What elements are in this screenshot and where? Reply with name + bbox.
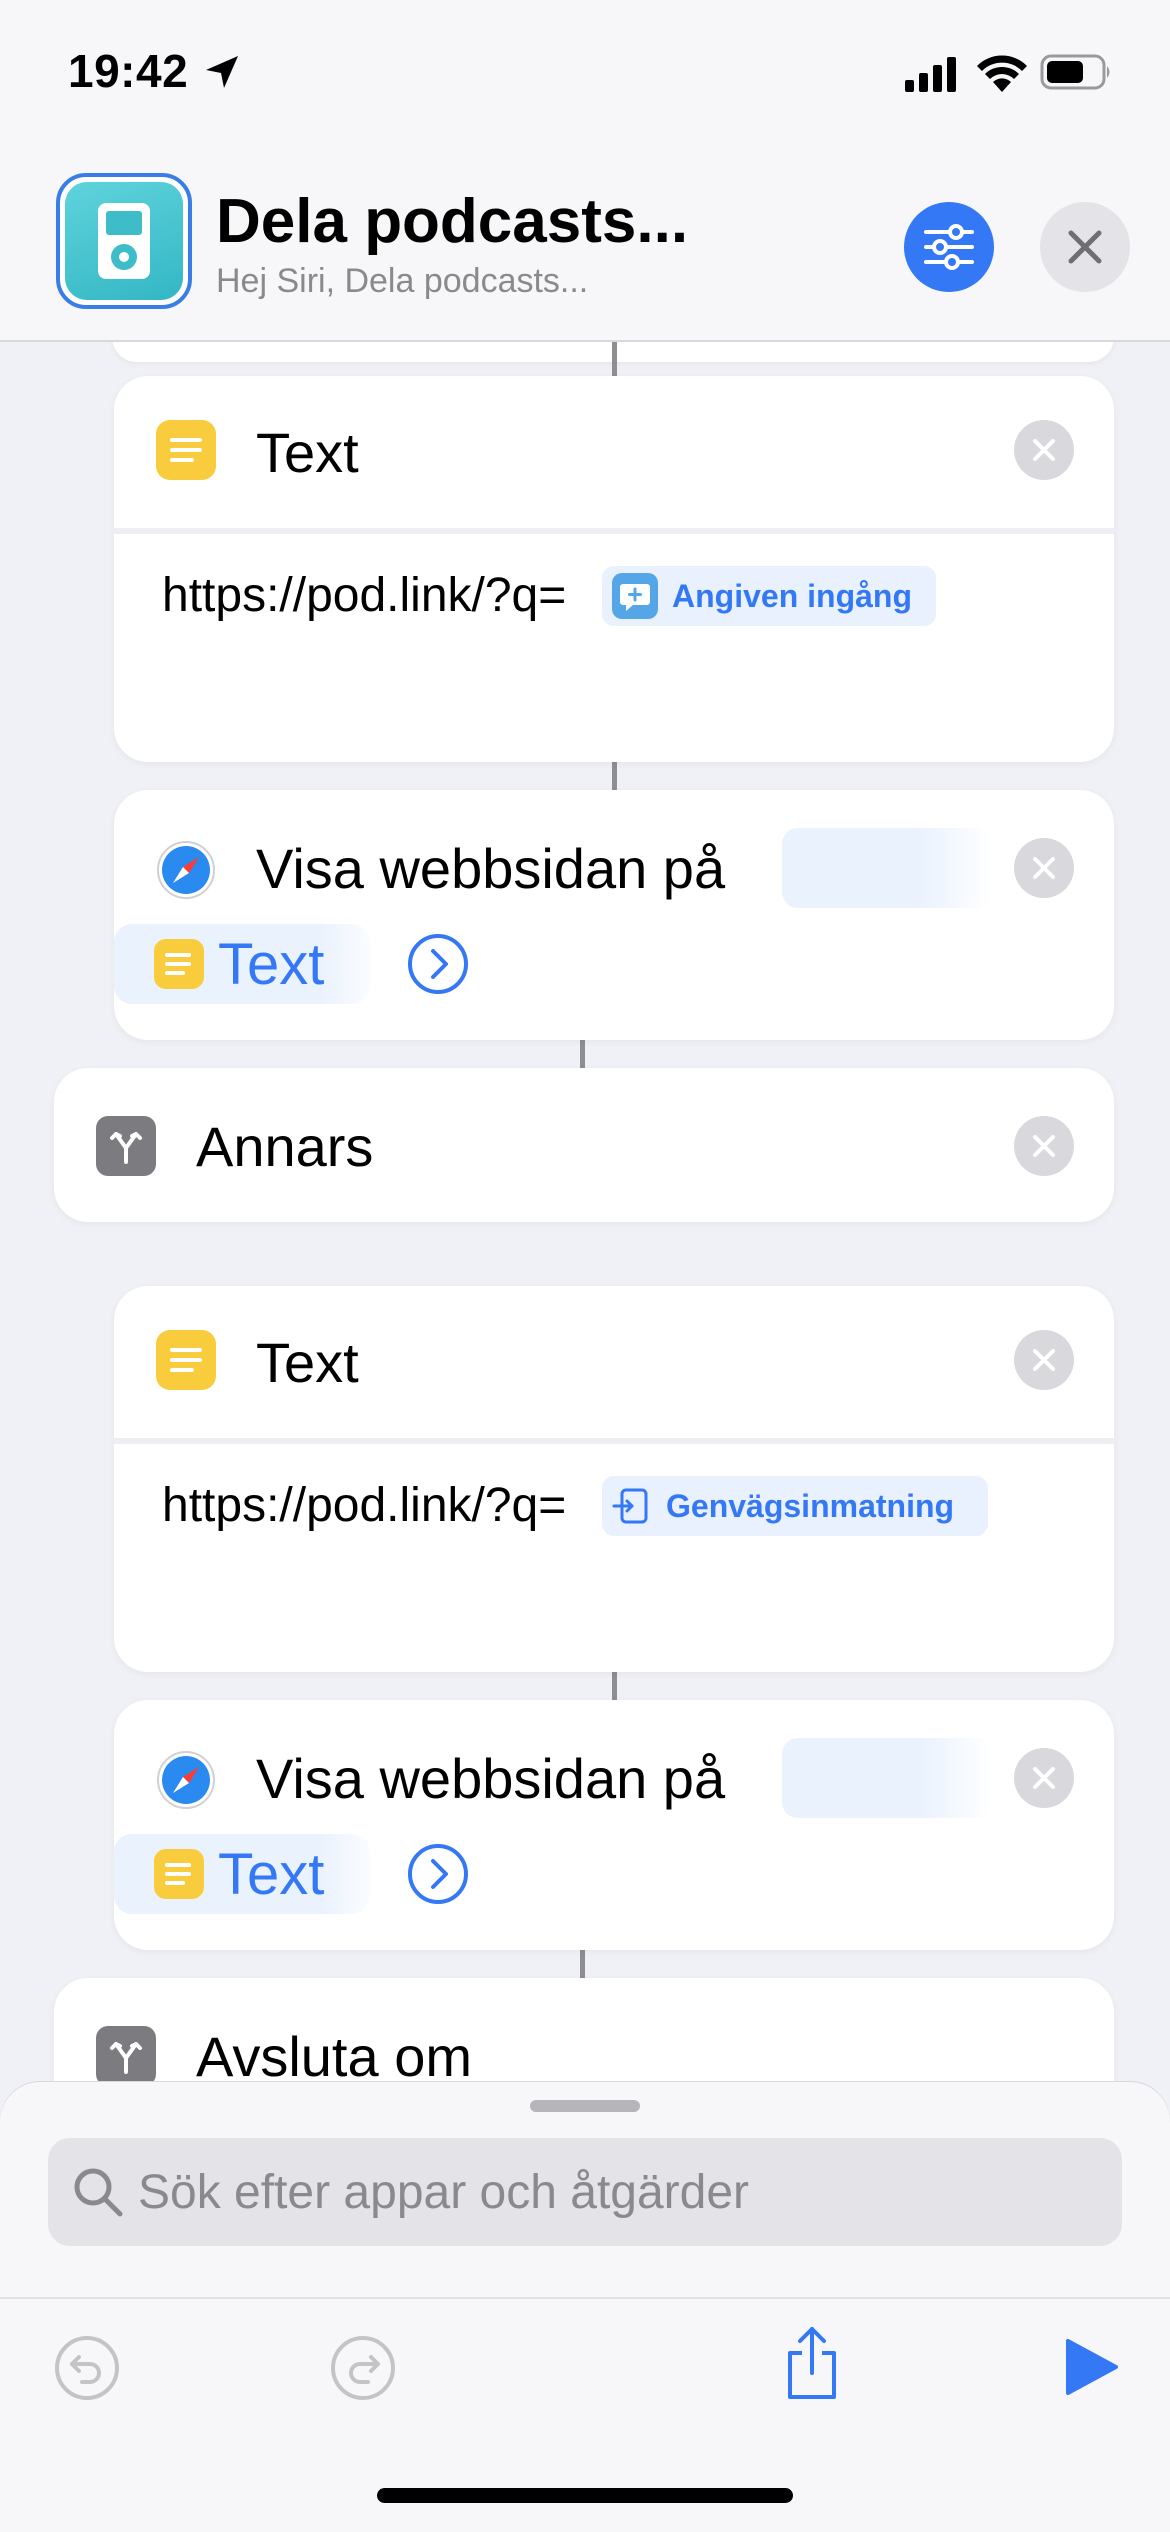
chevron-right-circle-icon[interactable]: [406, 932, 470, 996]
cellular-signal-icon: [905, 57, 956, 92]
connector-line: [612, 1672, 617, 1700]
undo-icon[interactable]: [52, 2333, 122, 2403]
wifi-icon: [977, 55, 1027, 92]
sliders-icon: [924, 224, 974, 270]
action-title: Text: [256, 1331, 359, 1394]
close-icon: [1033, 857, 1055, 879]
shortcut-title[interactable]: Dela podcasts...: [216, 186, 688, 257]
connector-line: [612, 342, 617, 376]
branch-icon: [96, 1116, 156, 1176]
close-icon: [1033, 1135, 1055, 1157]
branch-icon: [96, 2026, 156, 2082]
input-bubble-icon: [612, 573, 658, 619]
actions-canvas[interactable]: Text https://pod.link/?q= Angiven ingång: [0, 342, 1170, 2082]
home-indicator[interactable]: [377, 2488, 793, 2503]
status-time: 19:42: [68, 45, 189, 97]
sheet-grabber[interactable]: [530, 2100, 640, 2112]
remove-action-button[interactable]: [1014, 1748, 1074, 1808]
ipod-icon: [98, 203, 150, 279]
close-icon: [1033, 439, 1055, 461]
shortcut-header: Dela podcasts... Hej Siri, Dela podcasts…: [0, 150, 1170, 342]
text-action-icon: [154, 939, 204, 989]
token-label: Genvägsinmatning: [666, 1487, 955, 1524]
connector-line: [612, 762, 617, 790]
safari-icon: [157, 841, 215, 899]
text-action-card[interactable]: Text https://pod.link/?q= Angiven ingång: [114, 376, 1114, 762]
show-webpage-card[interactable]: Visa webbsidan på Text: [114, 1700, 1114, 1950]
remove-action-button[interactable]: [1014, 420, 1074, 480]
otherwise-card[interactable]: Annars: [54, 1068, 1114, 1222]
close-button[interactable]: [1040, 202, 1130, 292]
safari-icon: [157, 1751, 215, 1809]
variable-token[interactable]: Genvägsinmatning: [602, 1476, 988, 1536]
card-divider: [114, 528, 1114, 534]
text-action-icon: [154, 1849, 204, 1899]
connector-line: [580, 1950, 585, 1978]
play-icon[interactable]: [1064, 2337, 1120, 2397]
text-action-icon: [156, 420, 216, 480]
shortcut-input-icon: [612, 1486, 652, 1526]
variable-label: Text: [218, 1841, 325, 1907]
variable-token[interactable]: Angiven ingång: [602, 566, 936, 626]
redo-icon[interactable]: [328, 2333, 398, 2403]
remove-action-button[interactable]: [1014, 838, 1074, 898]
search-icon: [74, 2168, 123, 2217]
token-label: Angiven ingång: [672, 577, 912, 614]
show-webpage-card[interactable]: Visa webbsidan på Text: [114, 790, 1114, 1040]
status-bar: 19:42: [0, 0, 1170, 150]
text-variable-chip[interactable]: Text: [114, 1834, 370, 1914]
chevron-right-circle-icon[interactable]: [406, 1842, 470, 1906]
card-divider: [114, 1438, 1114, 1444]
text-action-card[interactable]: Text https://pod.link/?q= Genvägsinmatni…: [114, 1286, 1114, 1672]
close-icon: [1033, 1349, 1055, 1371]
shortcut-app-icon[interactable]: [56, 173, 192, 309]
battery-icon: [1040, 54, 1110, 90]
action-title: Text: [256, 421, 359, 484]
variable-label: Text: [218, 931, 325, 997]
action-title: Visa webbsidan på: [256, 1747, 726, 1810]
share-icon[interactable]: [780, 2323, 844, 2403]
connector-line: [580, 1040, 585, 1068]
text-content[interactable]: https://pod.link/?q=: [162, 568, 566, 623]
action-title: Avsluta om: [196, 2025, 472, 2082]
remove-action-button[interactable]: [1014, 1116, 1074, 1176]
settings-button[interactable]: [904, 202, 994, 292]
location-arrow-icon: [206, 56, 238, 88]
webpage-input-field[interactable]: [782, 1738, 992, 1818]
remove-action-button[interactable]: [1014, 1330, 1074, 1390]
text-variable-chip[interactable]: Text: [114, 924, 370, 1004]
end-if-card[interactable]: Avsluta om: [54, 1978, 1114, 2082]
search-bar[interactable]: [48, 2138, 1122, 2246]
close-icon: [1068, 230, 1102, 264]
close-icon: [1033, 1767, 1055, 1789]
webpage-input-field[interactable]: [782, 828, 992, 908]
action-title: Visa webbsidan på: [256, 837, 726, 900]
shortcut-subtitle: Hej Siri, Dela podcasts...: [216, 262, 589, 300]
actions-search-sheet[interactable]: [0, 2082, 1170, 2297]
text-content[interactable]: https://pod.link/?q=: [162, 1478, 566, 1533]
action-title: Annars: [196, 1115, 374, 1178]
search-input[interactable]: [138, 2138, 1098, 2246]
text-action-icon: [156, 1330, 216, 1390]
